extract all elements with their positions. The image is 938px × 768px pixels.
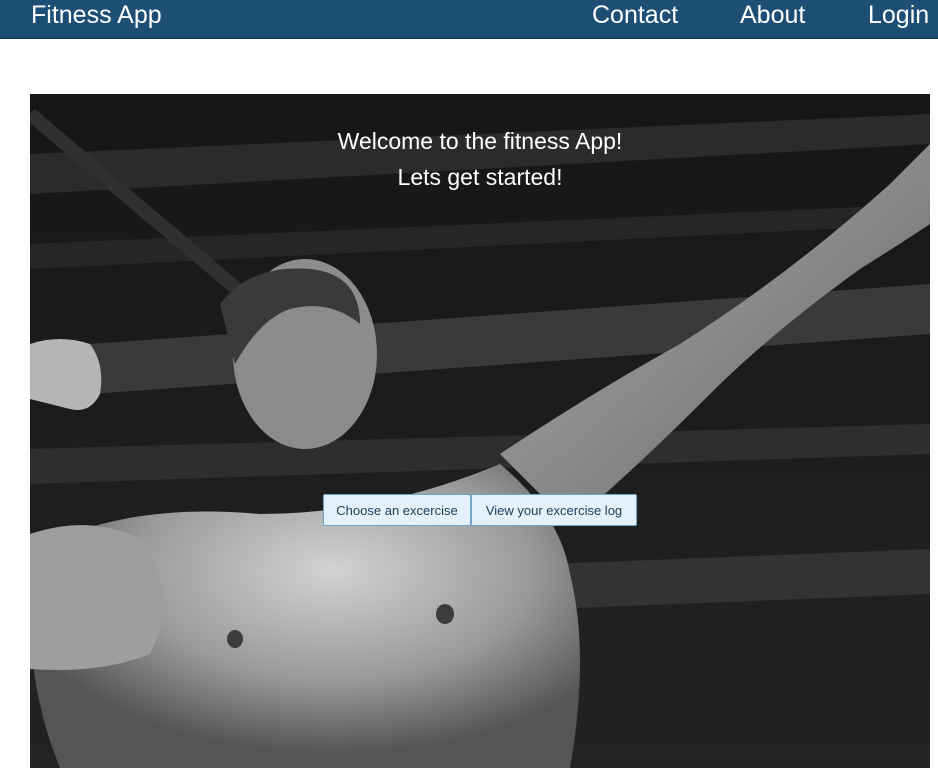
welcome-heading: Welcome to the fitness App! Lets get sta… [30,123,930,195]
action-buttons: Choose an excercise View your excercise … [323,494,637,526]
welcome-line-1: Welcome to the fitness App! [337,128,623,154]
nav-link-contact[interactable]: Contact [592,1,678,29]
brand-link[interactable]: Fitness App [31,1,162,29]
hero-background-photo [30,94,930,768]
top-navbar: Fitness App Contact About Login [0,0,938,39]
nav-link-about[interactable]: About [740,1,805,29]
choose-exercise-button[interactable]: Choose an excercise [323,494,471,526]
hero-section: Welcome to the fitness App! Lets get sta… [30,94,930,768]
nav-link-login[interactable]: Login [868,1,929,29]
view-exercise-log-button[interactable]: View your excercise log [471,494,637,526]
welcome-line-2: Lets get started! [397,164,563,190]
